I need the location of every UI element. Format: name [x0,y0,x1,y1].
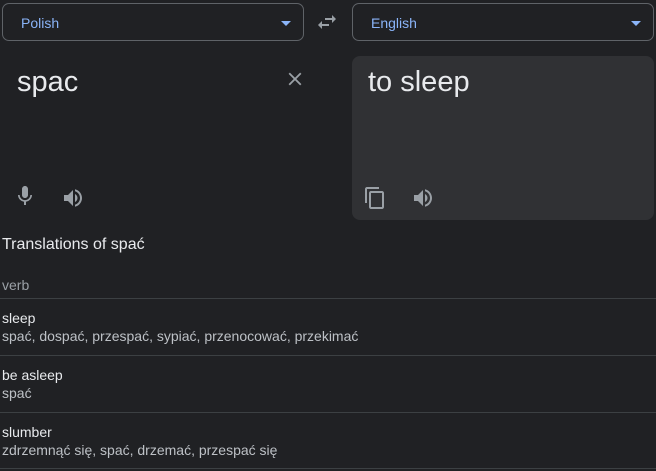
microphone-icon[interactable] [13,184,37,208]
close-icon[interactable] [284,68,306,90]
entry-back-translations: spać [2,385,32,401]
chevron-down-icon [631,21,641,26]
divider [0,412,656,413]
dictionary-entry[interactable]: sleep spać, dospać, przespać, sypiać, pr… [2,309,652,345]
speaker-icon[interactable] [411,186,435,210]
divider [0,298,656,299]
source-text-input[interactable]: spac [17,66,78,99]
dictionary-entry[interactable]: slumber zdrzemnąć się, spać, drzemać, pr… [2,423,652,459]
target-language-label: English [371,15,417,31]
copy-icon[interactable] [363,186,387,210]
divider [0,355,656,356]
part-of-speech-label: verb [2,277,30,293]
source-text-panel[interactable]: spac [0,56,345,220]
entry-back-translations: zdrzemnąć się, spać, drzemać, przespać s… [2,442,278,458]
entry-back-translations: spać, dospać, przespać, sypiać, przenoco… [2,328,359,344]
swap-languages-icon[interactable] [315,10,339,34]
translated-text: to sleep [368,66,470,98]
chevron-down-icon [281,21,291,26]
translation-panel: to sleep [352,56,654,220]
entry-word: be asleep [2,367,63,383]
source-language-select[interactable]: Polish [2,3,304,41]
entry-word: slumber [2,424,52,440]
divider [0,468,656,469]
entry-word: sleep [2,310,36,326]
dictionary-entry[interactable]: be asleep spać [2,366,652,402]
speaker-icon[interactable] [61,186,85,210]
source-language-label: Polish [21,15,60,31]
dictionary-title: Translations of spać [2,236,145,253]
target-language-select[interactable]: English [352,3,654,41]
